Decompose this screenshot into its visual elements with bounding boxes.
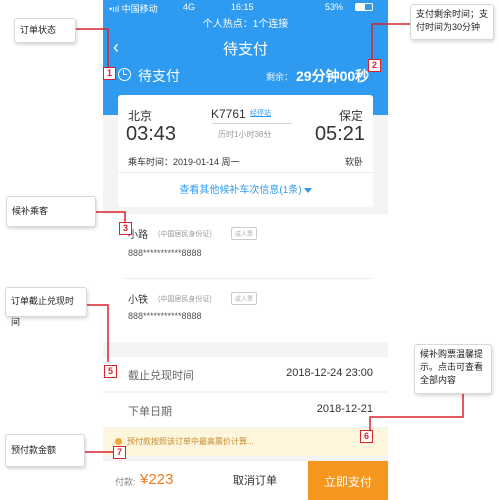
status-time: 16:15 bbox=[231, 2, 254, 12]
annotation-passengers: 候补乘客 bbox=[6, 196, 96, 227]
train-number: K7761 bbox=[211, 107, 246, 121]
passenger-id-number: 888***********8888 bbox=[128, 248, 202, 258]
passenger-id-type: (中国居民身份证) bbox=[158, 231, 212, 238]
clock-icon bbox=[118, 68, 131, 81]
prepay-amount: ¥223 bbox=[140, 471, 174, 488]
train-card: 北京 保定 K7761 经停站 03:43 05:21 历时1小时38分 乘车时… bbox=[118, 95, 373, 207]
battery-label: 53% bbox=[325, 2, 344, 12]
deadline-value: 2018-12-24 23:00 bbox=[286, 367, 373, 379]
annotation-prepay: 预付款金额 bbox=[5, 434, 85, 467]
pay-now-button[interactable]: 立即支付 bbox=[308, 461, 388, 500]
passenger-id-type: (中国居民身份证) bbox=[158, 296, 212, 303]
network-label: 4G bbox=[183, 2, 196, 12]
notice-banner[interactable]: 预付款按照该订单中最高票价计算... bbox=[103, 428, 388, 456]
ticket-type-badge: 成人票 bbox=[231, 292, 258, 305]
annotation-marker: 5 bbox=[104, 365, 117, 378]
deadline-row: 截止兑现时间 2018-12-24 23:00 bbox=[103, 357, 388, 391]
annotation-notice: 候补购票温馨提示。点击可查看全部内容 bbox=[414, 344, 492, 394]
order-date-label: 下单日期 bbox=[128, 406, 172, 418]
passenger-name: 小铁 bbox=[128, 295, 148, 306]
order-status: 待支付 bbox=[138, 68, 180, 84]
order-date-row: 下单日期 2018-12-21 bbox=[103, 393, 388, 427]
ticket-type-badge: 成人票 bbox=[231, 227, 258, 240]
info-icon bbox=[115, 438, 122, 445]
annotation-marker: 3 bbox=[119, 222, 132, 235]
page-title: 待支付 bbox=[222, 41, 268, 58]
bottom-bar: 付款: ¥223 取消订单 立即支付 bbox=[103, 460, 388, 500]
divider bbox=[123, 278, 373, 279]
carrier-label: •ııl 中国移动 bbox=[109, 4, 158, 14]
deadline-label: 截止兑现时间 bbox=[128, 370, 194, 382]
annotation-marker: 2 bbox=[368, 59, 381, 72]
trip-duration: 历时1小时38分 bbox=[218, 130, 272, 139]
passenger-list: 小路 (中国居民身份证) 成人票 888***********8888 小铁 (… bbox=[103, 214, 388, 342]
depart-time: 03:43 bbox=[126, 123, 177, 145]
annotation-marker: 6 bbox=[360, 430, 373, 443]
more-trains-label: 查看其他候补车次信息(1条) bbox=[179, 185, 302, 196]
order-date-value: 2018-12-21 bbox=[316, 403, 373, 415]
annotation-deadline: 订单截止兑现时间 bbox=[5, 287, 87, 327]
arrive-time: 05:21 bbox=[314, 123, 365, 145]
cancel-order-button[interactable]: 取消订单 bbox=[233, 472, 277, 488]
to-station: 保定 bbox=[338, 109, 363, 123]
more-trains-link[interactable]: 查看其他候补车次信息(1条) bbox=[118, 181, 373, 196]
notice-text: 预付款按照该订单中最高票价计算... bbox=[127, 437, 254, 446]
battery-icon bbox=[355, 3, 373, 11]
prepay-label: 付款: bbox=[115, 477, 136, 487]
stops-link[interactable]: 经停站 bbox=[250, 108, 271, 118]
caret-down-icon bbox=[303, 187, 312, 193]
seat-type: 软卧 bbox=[344, 157, 363, 167]
divider bbox=[118, 172, 373, 173]
hotspot-banner: 个人热点：1个连接 bbox=[202, 19, 289, 30]
phone-screen: •ııl 中国移动 4G 16:15 53% 个人热点：1个连接 ‹ 待支付 待… bbox=[103, 0, 388, 500]
annotation-marker: 7 bbox=[113, 446, 126, 459]
annotation-marker: 1 bbox=[103, 67, 116, 80]
travel-date: 乘车时间：2019-01-14 周一 bbox=[128, 157, 240, 167]
passenger-id-number: 888***********8888 bbox=[128, 311, 202, 321]
annotation-remaining-time: 支付剩余时间；支付时间为30分钟 bbox=[410, 4, 494, 40]
annotation-order-status: 订单状态 bbox=[14, 18, 76, 43]
from-station: 北京 bbox=[128, 109, 153, 123]
route-line bbox=[212, 123, 292, 124]
remaining-label: 剩余： bbox=[266, 72, 294, 82]
remaining-time: 29分钟00秒 bbox=[296, 68, 370, 84]
